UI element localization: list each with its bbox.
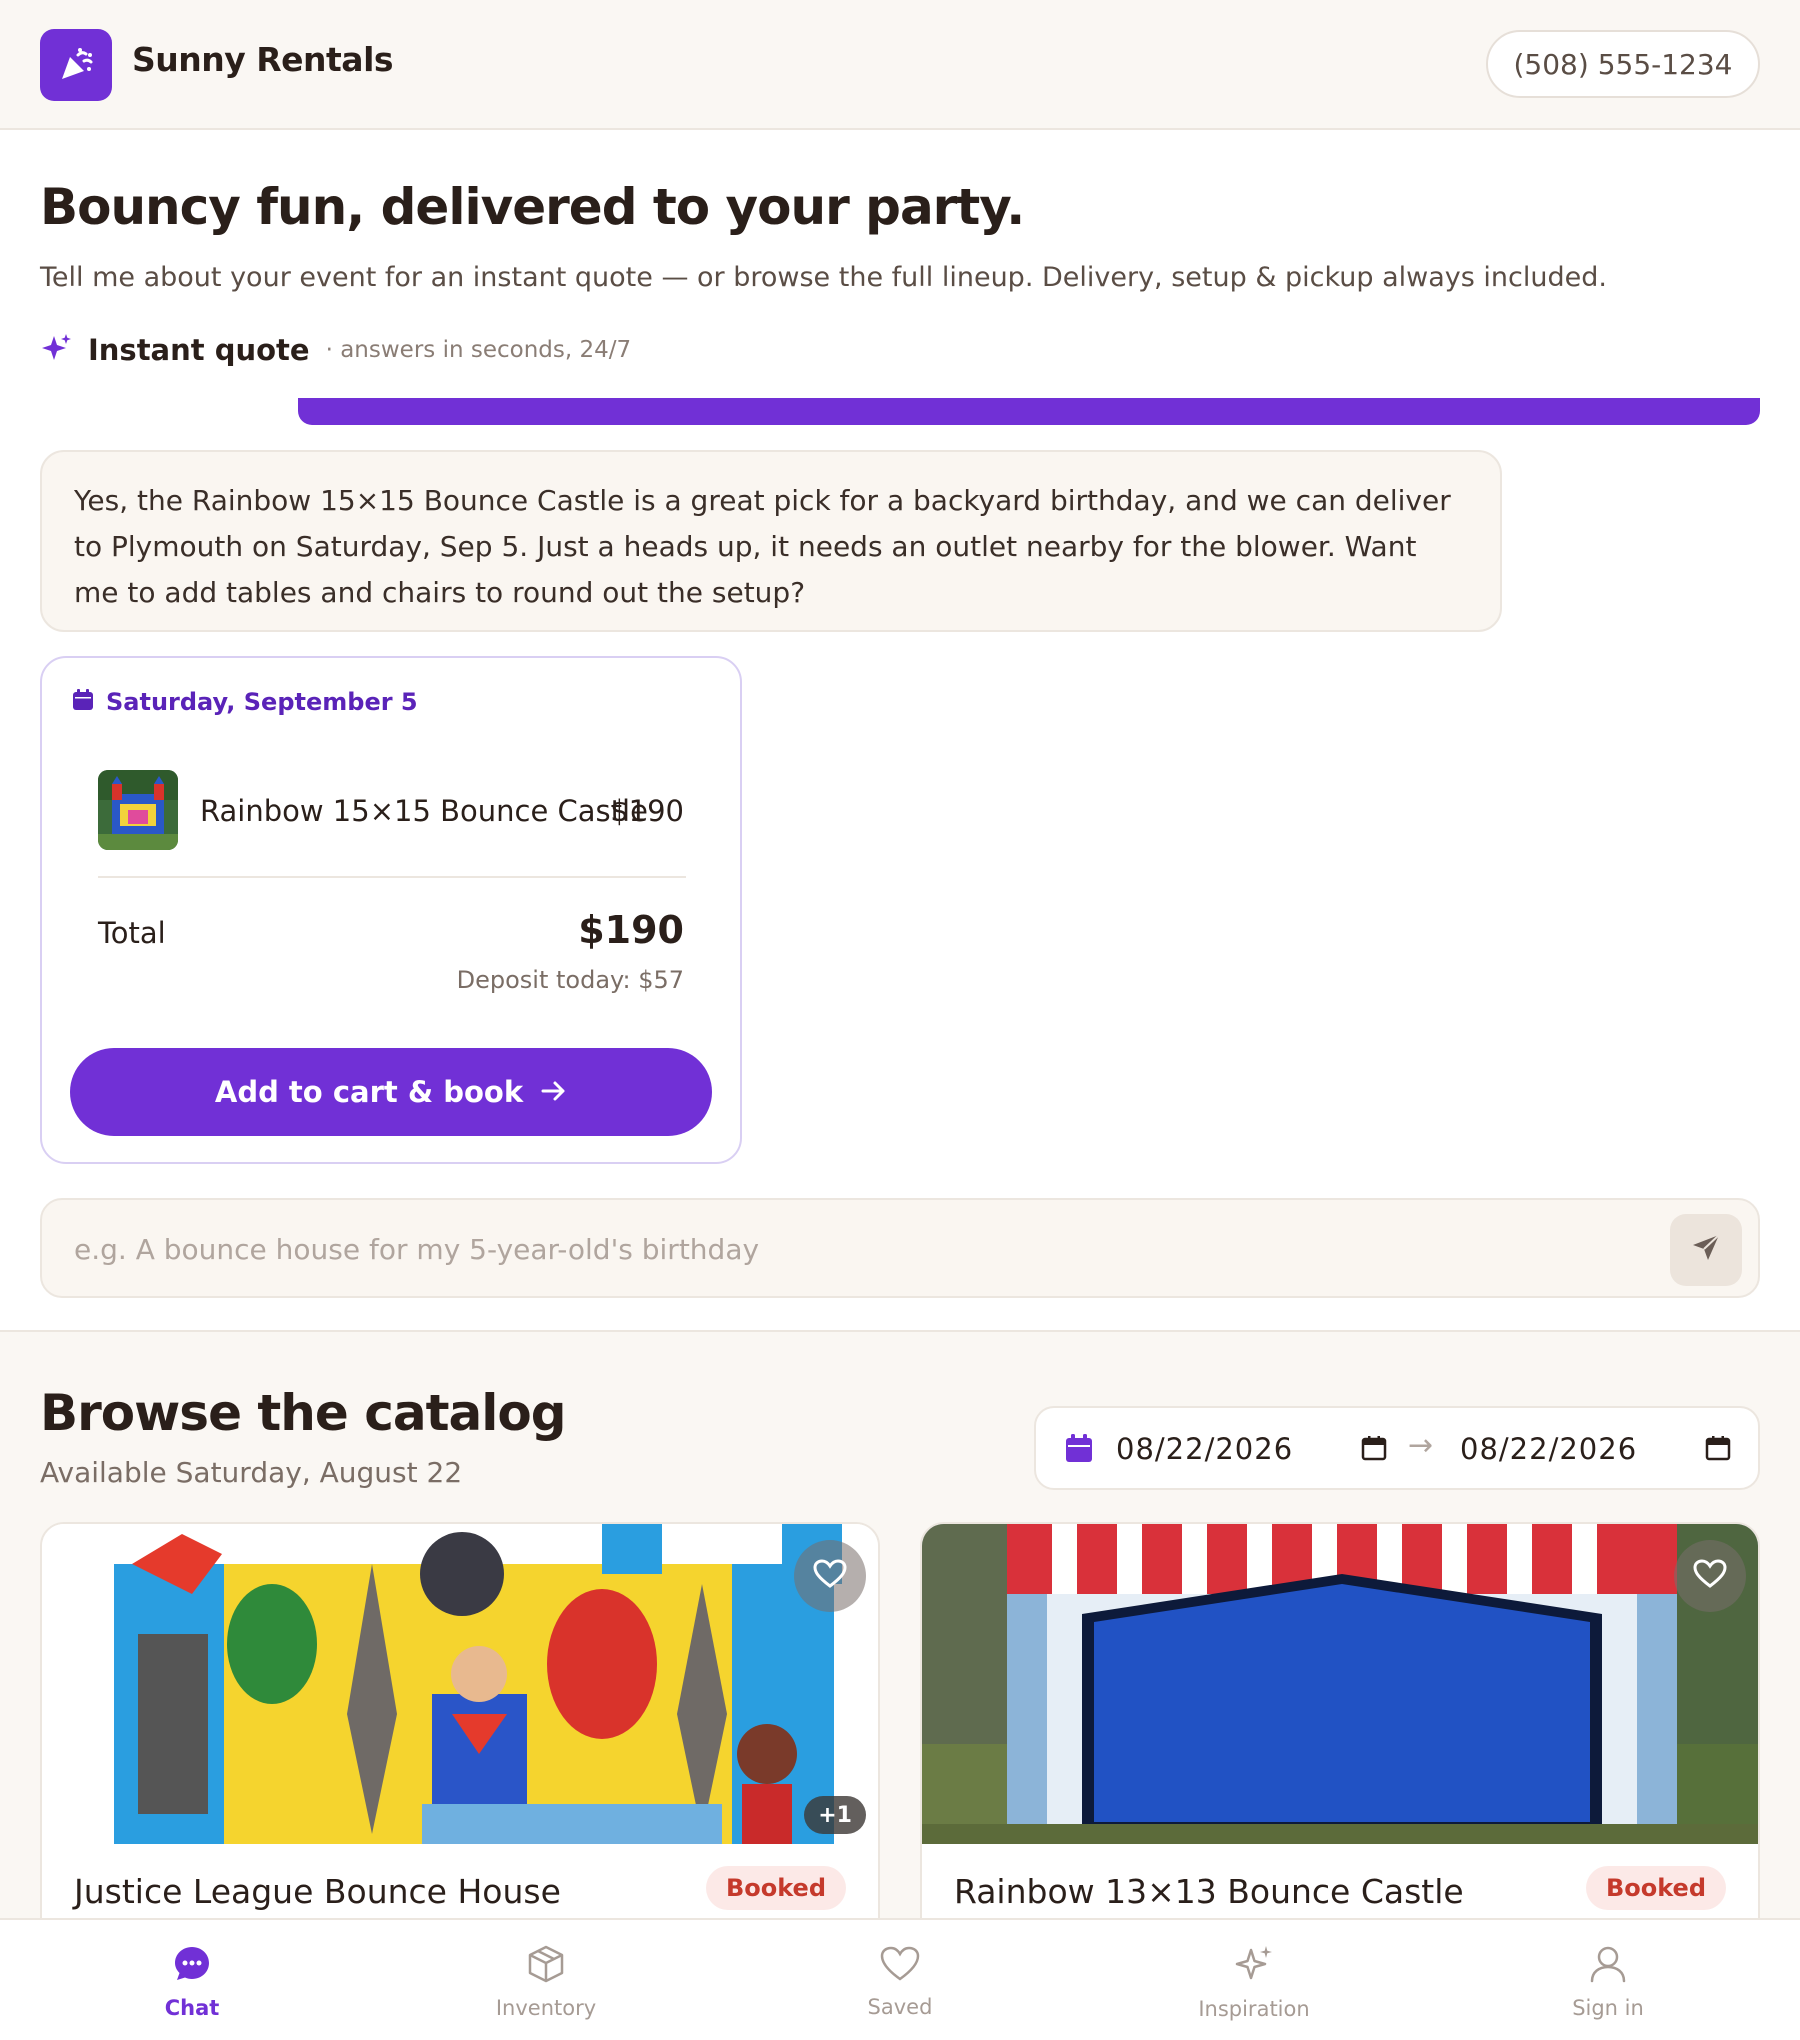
- calendar-picker-icon[interactable]: [1704, 1434, 1732, 1466]
- product-card[interactable]: +1 Justice League Bounce House Booked: [40, 1522, 880, 1962]
- nav-label: Inspiration: [1198, 1997, 1310, 2021]
- status-badge: Booked: [1585, 1866, 1726, 1910]
- save-button[interactable]: [794, 1540, 866, 1612]
- add-to-cart-button[interactable]: Add to cart & book: [70, 1048, 712, 1136]
- quote-date: Saturday, September 5: [72, 688, 418, 716]
- page-title: Bouncy fun, delivered to your party.: [40, 178, 1025, 236]
- nav-item-inventory[interactable]: Inventory: [446, 1930, 646, 2034]
- user-message-bubble: [298, 398, 1760, 425]
- catalog-title: Browse the catalog: [40, 1384, 567, 1442]
- nav-item-inspiration[interactable]: Inspiration: [1154, 1930, 1354, 2034]
- product-name[interactable]: Rainbow 13×13 Bounce Castle: [954, 1872, 1464, 1911]
- catalog-subtitle: Available Saturday, August 22: [40, 1456, 463, 1489]
- instant-quote-header: Instant quote · answers in seconds, 24/7: [40, 330, 631, 370]
- nav-item-saved[interactable]: Saved: [800, 1930, 1000, 2034]
- assistant-message: Yes, the Rainbow 15×15 Bounce Castle is …: [40, 450, 1502, 632]
- box-icon: [526, 1944, 566, 1988]
- nav-label: Chat: [164, 1996, 220, 2020]
- send-icon: [1690, 1232, 1722, 1268]
- send-button[interactable]: [1670, 1214, 1742, 1286]
- total-label: Total: [98, 916, 166, 950]
- nav-item-chat[interactable]: Chat: [92, 1930, 292, 2034]
- end-date-input[interactable]: 08/22/2026: [1460, 1432, 1637, 1466]
- arrow-right-icon: →: [1408, 1428, 1434, 1463]
- nav-item-sign-in[interactable]: Sign in: [1508, 1930, 1708, 2034]
- chat-input[interactable]: [74, 1220, 1634, 1278]
- product-card[interactable]: Rainbow 13×13 Bounce Castle Booked: [920, 1522, 1760, 1962]
- total-value: $190: [578, 908, 684, 952]
- phone-button[interactable]: (508) 555-1234: [1486, 30, 1760, 98]
- nav-label: Saved: [867, 1995, 933, 2019]
- quote-item-price: $190: [610, 794, 684, 828]
- add-to-cart-label: Add to cart & book: [214, 1075, 524, 1109]
- instant-quote-meta: · answers in seconds, 24/7: [325, 337, 632, 363]
- calendar-icon: [72, 689, 94, 715]
- quote-date-label: Saturday, September 5: [106, 688, 418, 716]
- item-thumbnail: [98, 770, 178, 850]
- date-range-picker[interactable]: 08/22/2026 → 08/22/2026: [1034, 1406, 1760, 1490]
- heart-icon: [813, 1559, 847, 1593]
- start-date-input[interactable]: 08/22/2026: [1116, 1432, 1293, 1466]
- heart-icon: [1693, 1559, 1727, 1593]
- quote-item-name: Rainbow 15×15 Bounce Castle: [200, 794, 648, 828]
- brand-name[interactable]: Sunny Rentals: [132, 40, 394, 79]
- chat-input-box: [40, 1198, 1760, 1298]
- bottom-nav: Chat Inventory Saved Inspiration Sign in: [0, 1918, 1800, 2040]
- sparkle-icon: [1233, 1943, 1275, 1989]
- product-name[interactable]: Justice League Bounce House: [74, 1872, 561, 1911]
- divider: [98, 876, 686, 878]
- party-popper-icon[interactable]: [40, 29, 112, 101]
- product-image[interactable]: +1: [42, 1524, 878, 1844]
- arrow-right-icon: [541, 1075, 567, 1110]
- calendar-picker-icon[interactable]: [1360, 1434, 1388, 1466]
- status-badge: Booked: [705, 1866, 846, 1910]
- user-icon: [1588, 1944, 1628, 1988]
- sparkle-icon: [40, 332, 72, 368]
- more-photos-badge[interactable]: +1: [804, 1796, 866, 1834]
- page-subtitle: Tell me about your event for an instant …: [40, 262, 1607, 293]
- product-image[interactable]: [922, 1524, 1758, 1844]
- save-button[interactable]: [1674, 1540, 1746, 1612]
- top-bar: Sunny Rentals (508) 555-1234: [0, 0, 1800, 130]
- heart-icon: [879, 1945, 921, 1987]
- nav-label: Inventory: [495, 1996, 597, 2020]
- chat-icon: [172, 1944, 212, 1988]
- quote-card: Saturday, September 5 Rainbow 15×15 Boun…: [40, 656, 742, 1164]
- instant-quote-label: Instant quote: [88, 333, 310, 367]
- nav-label: Sign in: [1572, 1996, 1644, 2020]
- calendar-icon: [1064, 1434, 1094, 1468]
- deposit-amount: Deposit today: $57: [456, 966, 684, 994]
